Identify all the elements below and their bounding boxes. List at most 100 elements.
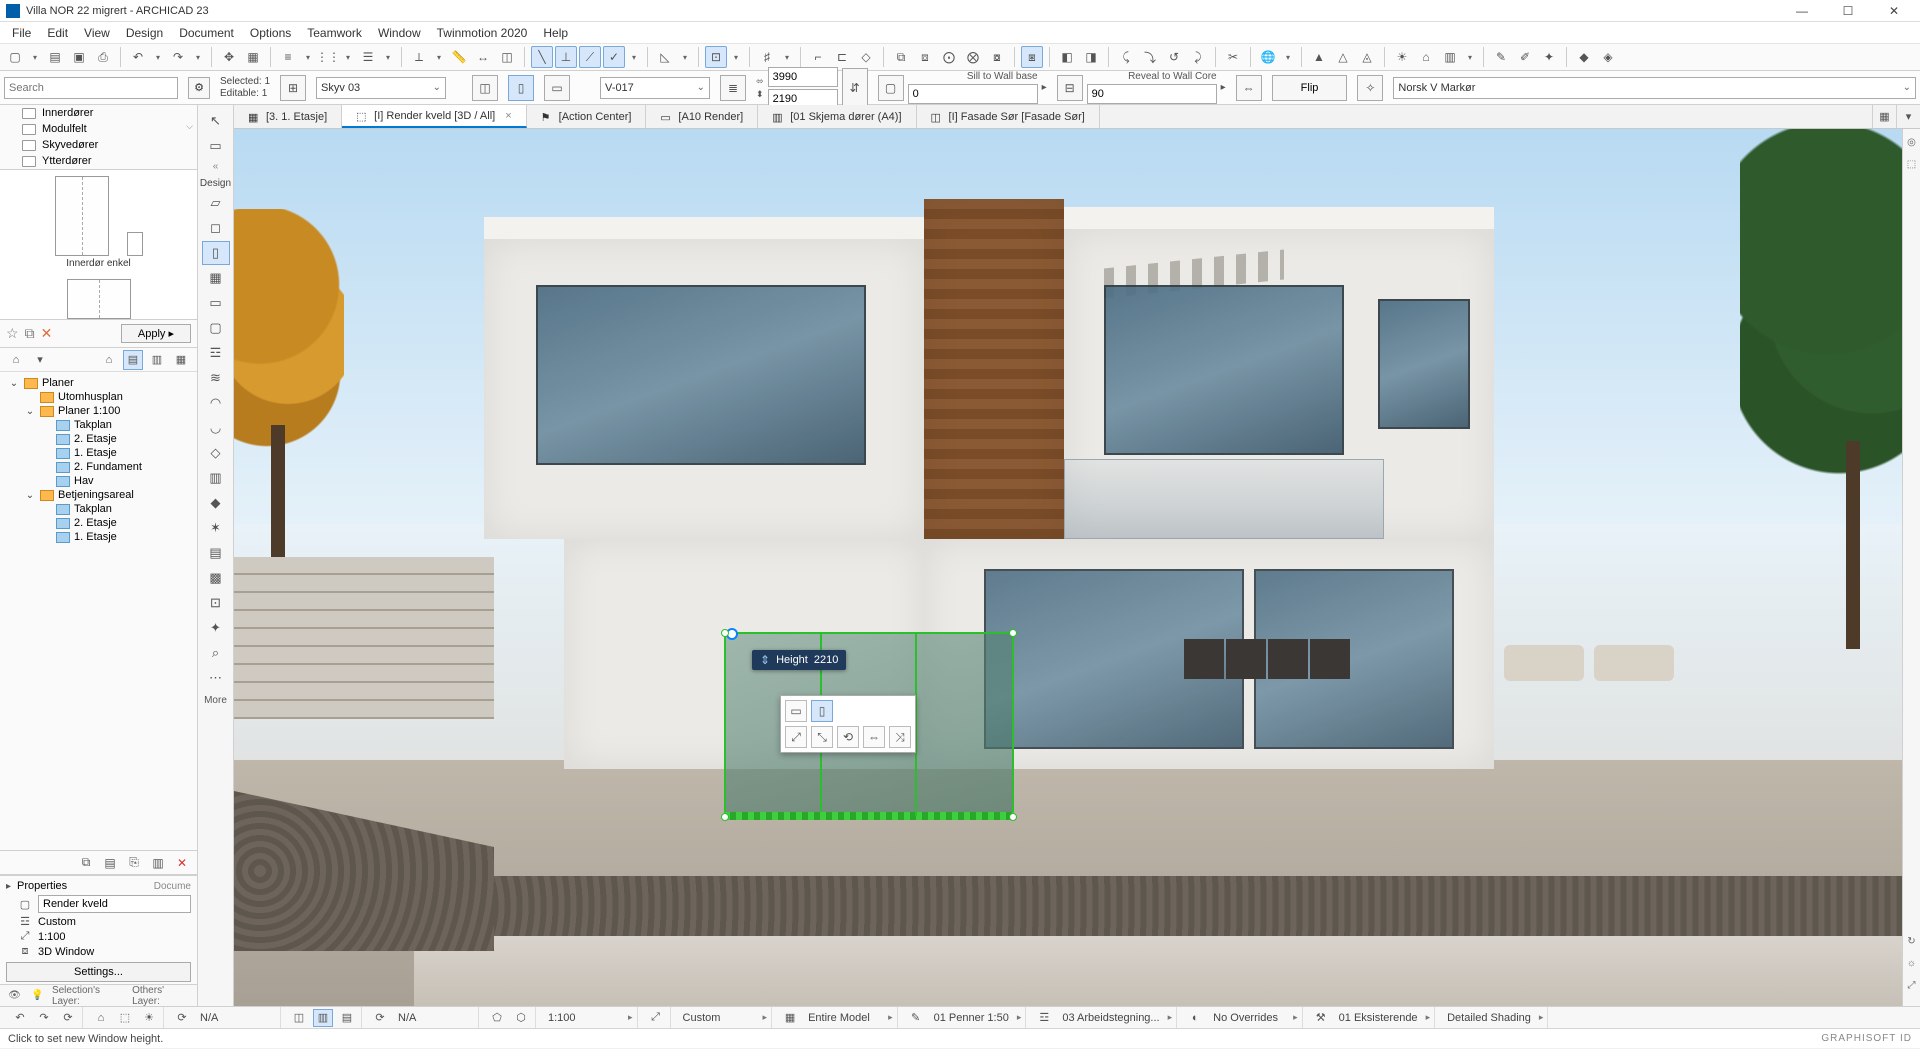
edge-icon[interactable]: ⊏ <box>831 46 853 68</box>
object-tool-icon[interactable]: ✶ <box>202 516 230 540</box>
qb-sun-icon[interactable]: ☀ <box>139 1009 159 1027</box>
dropdown-icon[interactable]: ▾ <box>780 53 794 62</box>
tree-item[interactable]: 2. Fundament <box>0 460 197 474</box>
measure-icon[interactable]: ⟂ <box>408 46 430 68</box>
qb-cube-icon[interactable]: ⬚ <box>115 1009 135 1027</box>
tab-dropdown-button[interactable]: ▾ <box>1896 105 1920 128</box>
qb-cut2-icon[interactable]: ▥ <box>313 1009 333 1027</box>
energy2-icon[interactable]: △ <box>1332 46 1354 68</box>
more-tool-icon[interactable]: ⋯ <box>202 666 230 690</box>
column-tool-icon[interactable]: ▦ <box>202 266 230 290</box>
bulb-icon[interactable]: 💡 <box>29 988 46 1004</box>
lamp-tool-icon[interactable]: ✦ <box>202 616 230 640</box>
menu-window[interactable]: Window <box>370 26 429 40</box>
angle-icon[interactable]: ◺ <box>654 46 676 68</box>
pet-op1-icon[interactable]: ⤢ <box>785 726 807 748</box>
favorite-copy-icon[interactable]: ⧉ <box>25 325 35 342</box>
navigator-tree[interactable]: ⌄Planer Utomhusplan ⌄Planer 1:100 Takpla… <box>0 372 197 851</box>
geometry-mode-1[interactable]: ◫ <box>472 75 498 101</box>
geometry-mode-3[interactable]: ▭ <box>544 75 570 101</box>
menu-document[interactable]: Document <box>171 26 242 40</box>
show-sel-icon[interactable]: ◧ <box>1056 46 1078 68</box>
flip-button[interactable]: Flip <box>1272 75 1348 101</box>
qb-orbit-icon[interactable]: ⟳ <box>172 1009 192 1027</box>
qb-persp-icon[interactable]: ⬠ <box>487 1009 507 1027</box>
dropdown-icon[interactable]: ▾ <box>341 53 355 62</box>
tree-item[interactable]: Takplan <box>0 418 197 432</box>
group-icon[interactable]: ⧉ <box>890 46 912 68</box>
tab-3d[interactable]: ⬚[I] Render kveld [3D / All]× <box>342 105 527 128</box>
tab-actioncenter[interactable]: ⚑[Action Center] <box>527 105 647 128</box>
search-settings-button[interactable]: ⚙ <box>188 77 210 99</box>
tab-layout-doors[interactable]: ▥[01 Skjema dører (A4)] <box>758 105 916 128</box>
zone-tool-icon[interactable]: ▤ <box>202 541 230 565</box>
trace-icon[interactable]: ◫ <box>496 46 518 68</box>
mirror-button[interactable]: ⇔ <box>1236 75 1262 101</box>
hide-sel-icon[interactable]: ◨ <box>1080 46 1102 68</box>
door-preview-small-icon[interactable] <box>127 232 143 256</box>
tab-close-icon[interactable]: × <box>505 110 511 122</box>
link-dims-button[interactable]: ⇵ <box>842 68 868 108</box>
dropdown-icon[interactable]: ▾ <box>678 53 692 62</box>
viewport-3d[interactable]: ⇕ Height 2210 ▭ ▯ ⤢ ⤡ ⟲ ⇔ ⤨ ◎ ⬚ <box>234 129 1920 1006</box>
geometry-mode-2[interactable]: ▯ <box>508 75 534 101</box>
dropdown-icon[interactable]: ▾ <box>1281 53 1295 62</box>
nav-view-button[interactable]: ▤ <box>123 350 143 370</box>
anchor-button[interactable]: ▢ <box>878 75 904 101</box>
nav-map-button[interactable]: ⌂ <box>99 350 119 370</box>
pet-stretch-icon[interactable]: ▯ <box>811 700 833 722</box>
qb-cut1-icon[interactable]: ◫ <box>289 1009 309 1027</box>
maximize-button[interactable]: ☐ <box>1828 0 1868 22</box>
default-settings-button[interactable]: ⊞ <box>280 75 306 101</box>
minimize-button[interactable]: — <box>1782 0 1822 22</box>
nav-dropdown-button[interactable]: ▾ <box>30 350 50 370</box>
menu-options[interactable]: Options <box>242 26 299 40</box>
qb-overrides[interactable]: ◐No Overrides <box>1181 1007 1303 1028</box>
tracker-tooltip[interactable]: ⇕ Height 2210 <box>752 650 846 670</box>
qb-model[interactable]: ▦Entire Model <box>776 1007 898 1028</box>
window-type-value[interactable]: 3D Window <box>38 946 94 958</box>
marker-combo[interactable]: Norsk V Markør <box>1393 77 1916 99</box>
tab-plan[interactable]: ▦[3. 1. Etasje] <box>234 105 342 128</box>
energy3-icon[interactable]: ◬ <box>1356 46 1378 68</box>
eye-icon[interactable]: 👁 <box>6 988 23 1004</box>
view-name-input[interactable] <box>38 895 191 913</box>
corner-icon[interactable]: ⌐ <box>807 46 829 68</box>
element-name-combo[interactable]: Skyv 03 <box>316 77 446 99</box>
qb-shading[interactable]: Detailed Shading <box>1439 1007 1548 1028</box>
layer-combo[interactable]: V-017 <box>600 77 710 99</box>
suspend-icon[interactable]: ◇ <box>855 46 877 68</box>
qb-orbit2-icon[interactable]: ⟳ <box>370 1009 390 1027</box>
list-icon[interactable]: ☰ <box>357 46 379 68</box>
width-input[interactable] <box>768 67 838 87</box>
suspend-groups-icon[interactable]: ⧇ <box>986 46 1008 68</box>
dropdown-icon[interactable]: ▾ <box>301 53 315 62</box>
qb-layers[interactable]: ☲03 Arbeidstegning... <box>1030 1007 1177 1028</box>
print-icon[interactable]: ⎙ <box>92 46 114 68</box>
more-label[interactable]: More <box>204 691 227 710</box>
tree-item[interactable]: 1. Etasje <box>0 446 197 460</box>
rail-nav-icon[interactable]: ⬚ <box>1905 157 1919 171</box>
qb-reno[interactable]: ⚒01 Eksisterende <box>1307 1007 1435 1028</box>
arc2-icon[interactable]: ⤵ <box>1139 46 1161 68</box>
rail-pin-icon[interactable]: ◎ <box>1905 135 1919 149</box>
menu-twinmotion[interactable]: Twinmotion 2020 <box>429 26 536 40</box>
window-tool-icon[interactable]: ▯ <box>202 241 230 265</box>
menu-edit[interactable]: Edit <box>39 26 76 40</box>
reveal-chevron-icon[interactable]: ▸ <box>1221 82 1226 93</box>
home-icon[interactable]: ⌂ <box>1415 46 1437 68</box>
camera-tool-icon[interactable]: ⌕ <box>202 641 230 665</box>
undo-icon[interactable]: ↶ <box>127 46 149 68</box>
new-file-icon[interactable]: ▢ <box>4 46 26 68</box>
dropdown-icon[interactable]: ▾ <box>1463 53 1477 62</box>
pet-op4-icon[interactable]: ⇔ <box>863 726 885 748</box>
pick-icon[interactable]: ✥ <box>218 46 240 68</box>
marquee-tool-icon[interactable]: ▭ <box>202 134 230 158</box>
library-folder[interactable]: Modulfelt <box>0 121 197 137</box>
layer-popup-button[interactable]: ≣ <box>720 75 746 101</box>
library-folder[interactable]: Ytterdører <box>0 153 197 169</box>
nav-pub-button[interactable]: ▦ <box>171 350 191 370</box>
opening-tool-icon[interactable]: ⊡ <box>202 591 230 615</box>
tree-item[interactable]: 2. Etasje <box>0 516 197 530</box>
door-preview-alt-icon[interactable] <box>67 279 131 319</box>
